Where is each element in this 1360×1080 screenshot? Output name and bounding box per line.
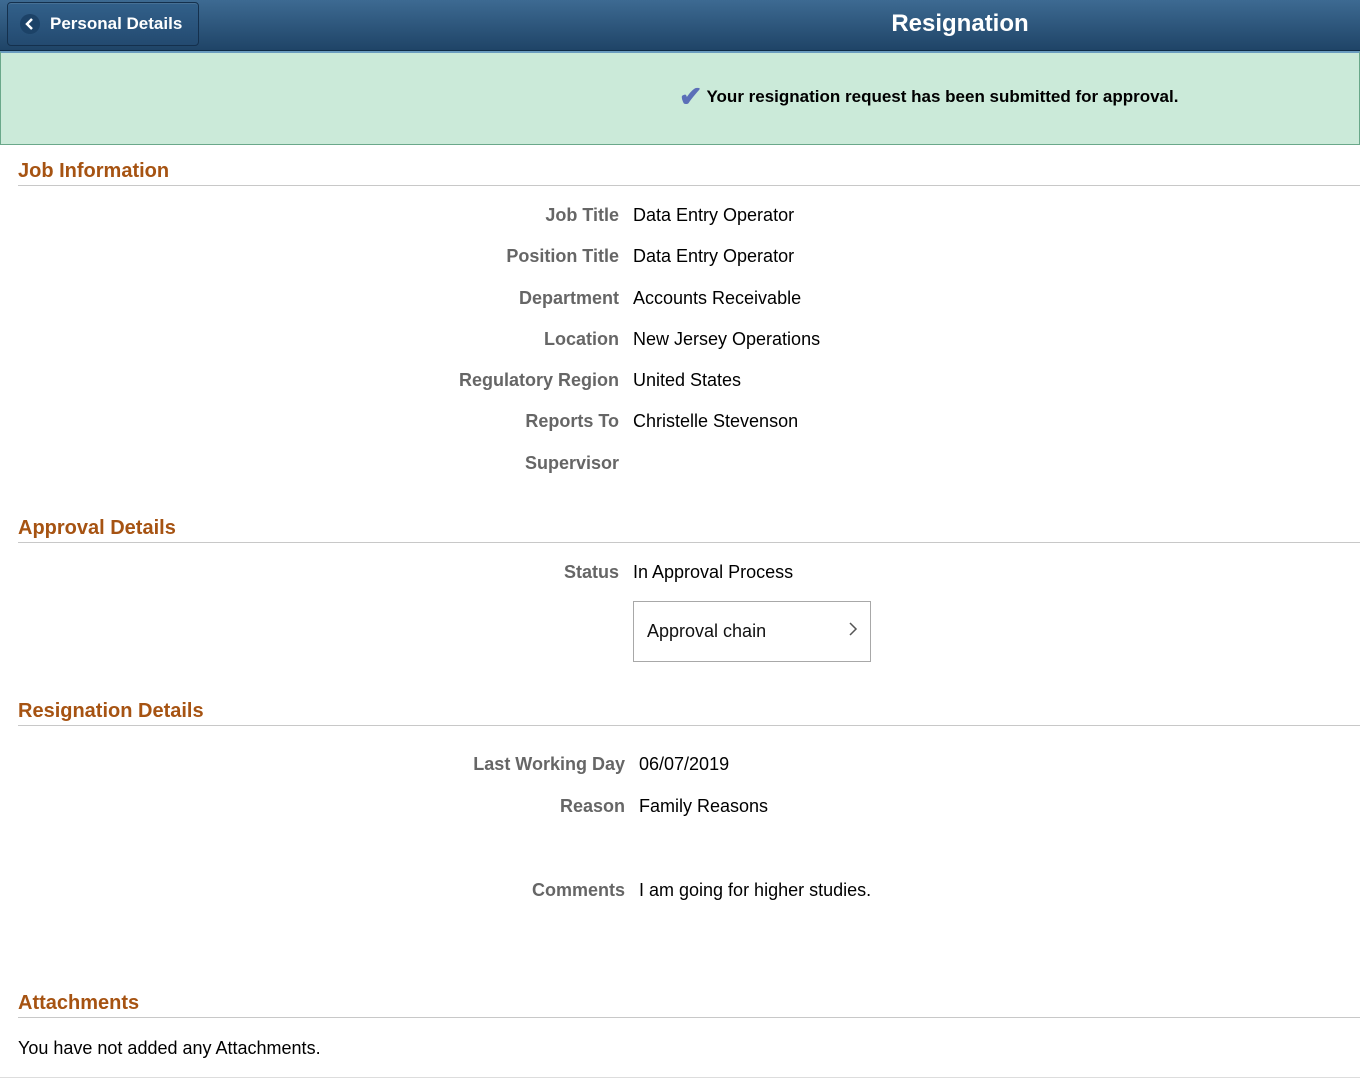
field-value: Family Reasons — [639, 796, 769, 816]
field-value: 06/07/2019 — [639, 754, 730, 774]
field-value: Data Entry Operator — [633, 205, 795, 225]
field-label: Position Title — [506, 246, 619, 266]
approval-chain-button[interactable]: Approval chain — [633, 601, 871, 662]
field-value: Data Entry Operator — [633, 246, 795, 266]
field-label: Comments — [531, 880, 625, 900]
section-heading-approval-details: Approval Details — [18, 517, 1360, 543]
approval-chain-label: Approval chain — [647, 621, 767, 641]
field-label: Reason — [559, 796, 625, 816]
field-value: Christelle Stevenson — [633, 411, 799, 431]
page-title: Resignation — [891, 10, 1029, 37]
back-button[interactable]: Personal Details — [7, 2, 199, 46]
section-heading-attachments: Attachments — [18, 992, 1360, 1018]
field-value: New Jersey Operations — [633, 329, 821, 349]
field-value: Accounts Receivable — [633, 288, 802, 308]
section-heading-job-information: Job Information — [18, 160, 1360, 186]
chevron-right-icon — [848, 620, 858, 643]
back-button-label: Personal Details — [50, 14, 183, 33]
field-value: United States — [633, 370, 742, 390]
status-label: Status — [563, 562, 619, 582]
field-label: Supervisor — [524, 453, 619, 473]
section-heading-resignation-details: Resignation Details — [18, 700, 1360, 726]
field-label: Department — [518, 288, 619, 308]
field-label: Reports To — [525, 411, 619, 431]
page-header: Personal Details Resignation — [0, 0, 1360, 51]
field-label: Regulatory Region — [458, 370, 619, 390]
field-label: Location — [544, 329, 619, 349]
chevron-left-icon — [20, 14, 40, 34]
confirmation-banner: ✔ Your resignation request has been subm… — [0, 51, 1360, 145]
checkmark-icon: ✔ — [679, 81, 703, 112]
attachments-empty-text: You have not added any Attachments. — [18, 1038, 321, 1058]
status-value: In Approval Process — [633, 562, 794, 582]
divider — [0, 1077, 1360, 1078]
field-label: Last Working Day — [473, 754, 625, 774]
field-label: Job Title — [545, 205, 619, 225]
confirmation-message: Your resignation request has been submit… — [706, 87, 1179, 106]
field-value: I am going for higher studies. — [639, 880, 872, 900]
